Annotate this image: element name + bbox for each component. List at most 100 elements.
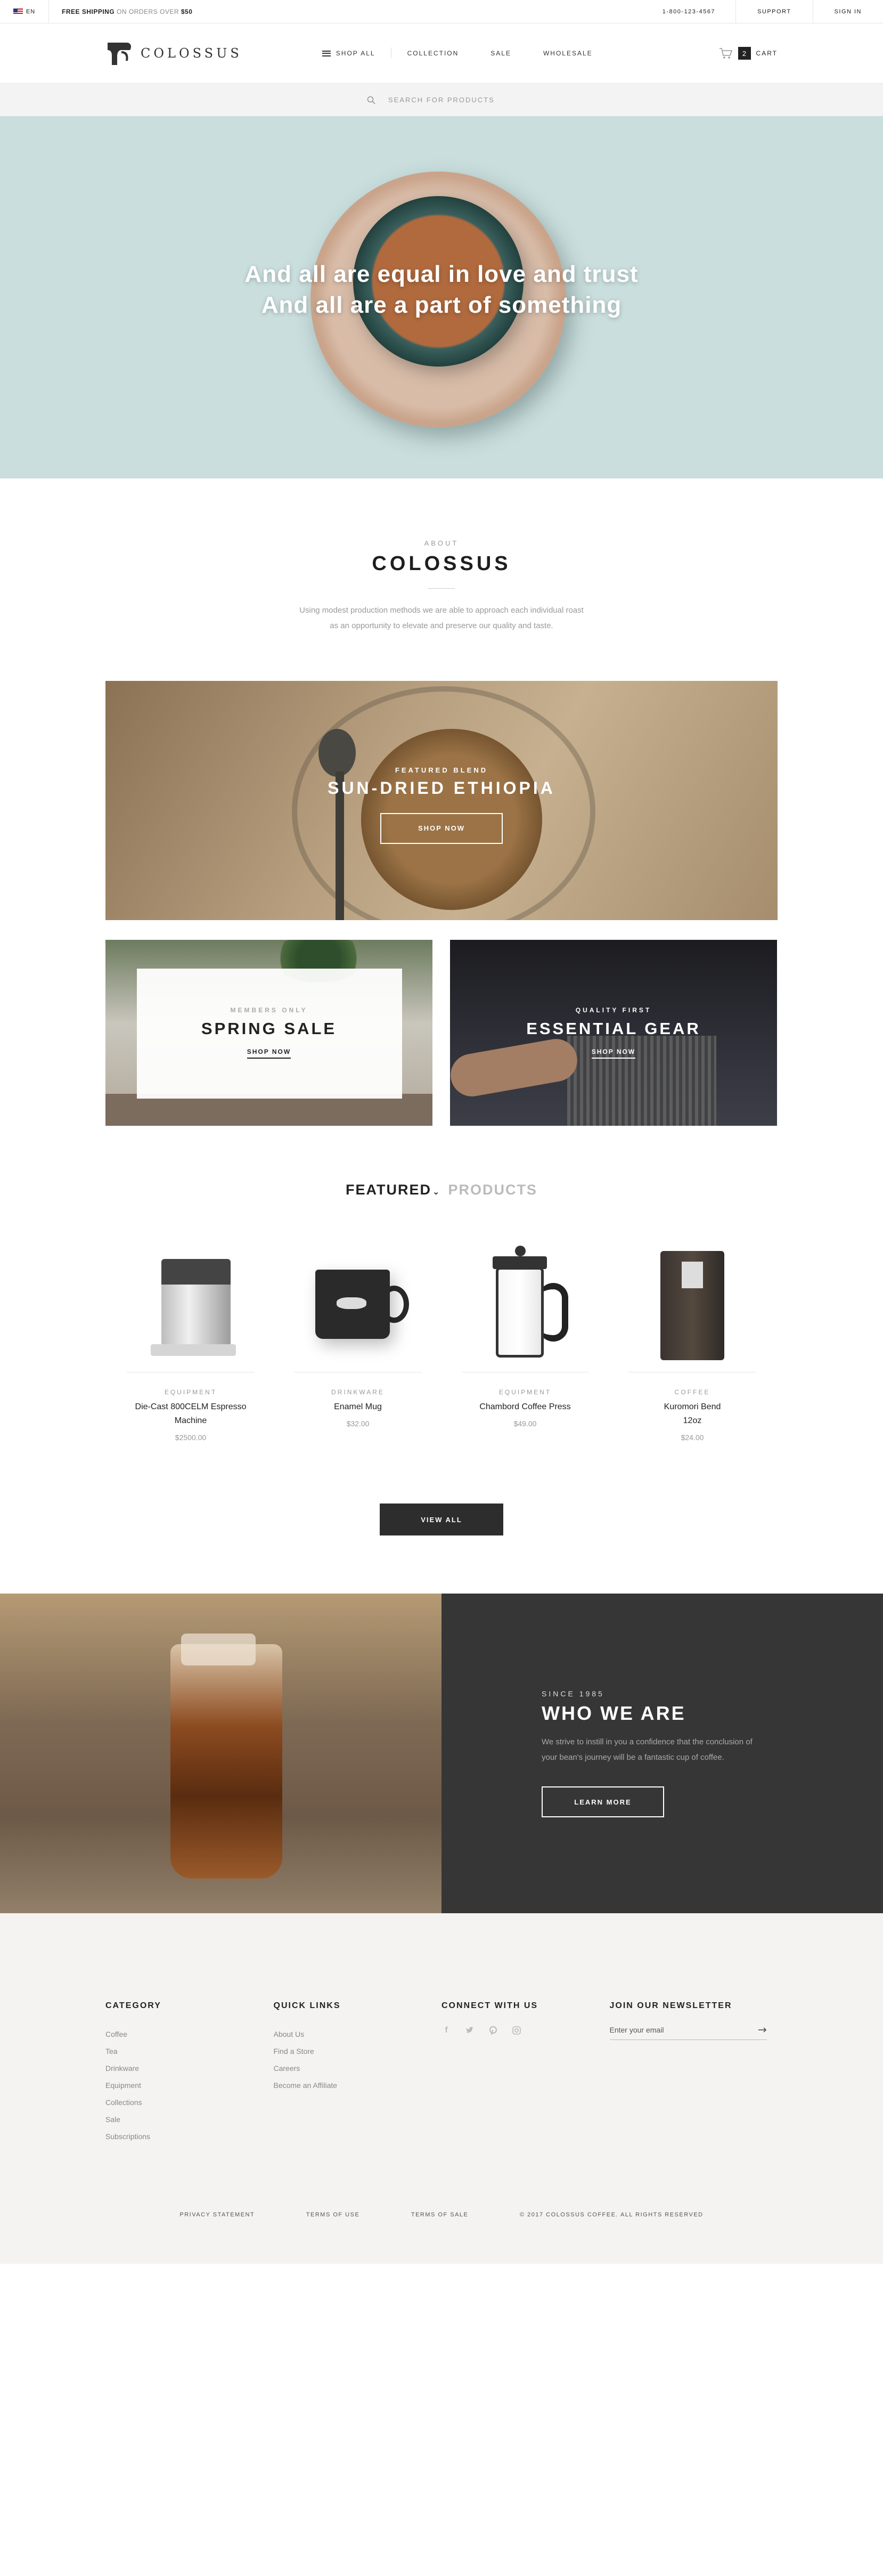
product-name-line-1: Kuromori Bend (664, 1402, 721, 1411)
about-description: Using modest production methods we are a… (271, 603, 612, 633)
nav-sale[interactable]: SALE (475, 50, 527, 57)
product-image[interactable] (294, 1236, 422, 1372)
cart-button[interactable]: 2 CART (719, 47, 778, 60)
shipping-amount: $50 (181, 7, 193, 15)
product-price: $2500.00 (175, 1433, 207, 1442)
footer-link-careers[interactable]: Careers (274, 2060, 442, 2077)
product-tabs: FEATURED ⌄ PRODUCTS (0, 1182, 883, 1198)
elephant-logo-icon (105, 39, 133, 67)
product-price: $24.00 (681, 1433, 704, 1442)
footer-link-about-us[interactable]: About Us (274, 2026, 442, 2043)
footer-connect-column: CONNECT WITH US f (442, 2001, 610, 2145)
essential-gear-title: ESSENTIAL GEAR (526, 1019, 701, 1038)
footer-newsletter-column: JOIN OUR NEWSLETTER (609, 2001, 778, 2145)
product-image[interactable] (127, 1236, 255, 1372)
essential-gear-shop-now-link[interactable]: SHOP NOW (591, 1048, 636, 1059)
product-price: $32.00 (346, 1419, 370, 1428)
footer-link-sale[interactable]: Sale (105, 2111, 274, 2128)
promo-eyebrow: FEATURED BLEND (395, 766, 488, 774)
product-category: EQUIPMENT (164, 1388, 217, 1396)
footer-link-collections[interactable]: Collections (105, 2094, 274, 2111)
pinterest-icon[interactable] (488, 2026, 498, 2035)
coffee-bag-product-image (655, 1246, 730, 1363)
about-title: COLOSSUS (372, 552, 511, 575)
instagram-icon[interactable] (512, 2026, 521, 2035)
product-name[interactable]: Chambord Coffee Press (461, 1400, 589, 1414)
footer-link-tea[interactable]: Tea (105, 2043, 274, 2060)
promo-shop-now-button[interactable]: SHOP NOW (380, 813, 503, 844)
product-image[interactable] (628, 1236, 756, 1372)
language-selector[interactable]: EN (0, 0, 49, 23)
product-card[interactable]: DRINKWARE Enamel Mug $32.00 (294, 1236, 422, 1442)
footer-bottom-bar: PRIVACY STATEMENT TERMS OF USE TERMS OF … (0, 2212, 883, 2218)
footer-link-affiliate[interactable]: Become an Affiliate (274, 2077, 442, 2094)
site-footer: CATEGORY Coffee Tea Drinkware Equipment … (0, 1913, 883, 2264)
about-desc-line-1: Using modest production methods we are a… (299, 606, 584, 615)
search-icon[interactable] (367, 96, 375, 104)
twitter-icon[interactable] (465, 2026, 475, 2035)
nav-wholesale[interactable]: WHOLESALE (527, 50, 609, 57)
who-eyebrow: SINCE 1985 (542, 1689, 604, 1698)
product-image[interactable] (461, 1236, 589, 1372)
phone-number[interactable]: 1-800-123-4567 (663, 0, 735, 23)
who-we-are-section: SINCE 1985 WHO WE ARE We strive to insti… (0, 1594, 883, 1913)
logo[interactable]: COLOSSUS (105, 39, 242, 67)
menu-icon (322, 50, 331, 56)
search-input[interactable] (388, 96, 516, 104)
footer-link-drinkware[interactable]: Drinkware (105, 2060, 274, 2077)
essential-gear-eyebrow: QUALITY FIRST (575, 1006, 652, 1014)
facebook-icon[interactable]: f (442, 2026, 451, 2035)
product-category: DRINKWARE (331, 1388, 385, 1396)
footer-newsletter-title: JOIN OUR NEWSLETTER (609, 2001, 732, 2010)
footer-connect-title: CONNECT WITH US (442, 2001, 538, 2010)
spring-sale-tile[interactable]: MEMBERS ONLY SPRING SALE SHOP NOW (105, 940, 432, 1126)
spring-sale-title: SPRING SALE (201, 1019, 337, 1038)
about-section: ABOUT COLOSSUS Using modest production m… (0, 478, 883, 682)
product-card[interactable]: EQUIPMENT Die-Cast 800CELM Espresso Mach… (127, 1236, 255, 1442)
product-name-line-1: Chambord Coffee Press (479, 1402, 571, 1411)
copyright-text: © 2017 COLOSSUS COFFEE. ALL RIGHTS RESER… (519, 2212, 704, 2218)
view-all-button[interactable]: VIEW ALL (380, 1504, 503, 1535)
arrow-right-icon[interactable] (758, 2027, 767, 2033)
footer-link-subscriptions[interactable]: Subscriptions (105, 2128, 274, 2145)
product-name[interactable]: Enamel Mug (294, 1400, 422, 1414)
footer-link-equipment[interactable]: Equipment (105, 2077, 274, 2094)
product-card[interactable]: COFFEE Kuromori Bend 12oz $24.00 (628, 1236, 756, 1442)
who-we-are-panel: SINCE 1985 WHO WE ARE We strive to insti… (442, 1594, 883, 1913)
about-desc-line-2: as an opportunity to elevate and preserv… (330, 621, 553, 630)
who-title: WHO WE ARE (542, 1702, 686, 1724)
who-description: We strive to instill in you a confidence… (542, 1734, 792, 1765)
espresso-machine-product-image (140, 1248, 241, 1360)
terms-of-use-link[interactable]: TERMS OF USE (306, 2212, 360, 2218)
promo-title: SUN-DRIED ETHIOPIA (328, 778, 555, 798)
spring-sale-shop-now-link[interactable]: SHOP NOW (247, 1048, 291, 1059)
tab-featured[interactable]: FEATURED (346, 1182, 431, 1198)
about-eyebrow: ABOUT (424, 539, 459, 547)
tab-products[interactable]: PRODUCTS (448, 1182, 537, 1198)
site-header: COLOSSUS SHOP ALL COLLECTION SALE WHOLES… (0, 23, 883, 83)
nav-shop-all[interactable]: SHOP ALL (322, 47, 391, 58)
product-name-line-2: 12oz (683, 1416, 702, 1425)
newsletter-form (609, 2026, 767, 2040)
essential-gear-tile[interactable]: QUALITY FIRST ESSENTIAL GEAR SHOP NOW (450, 940, 777, 1126)
nav-collection[interactable]: COLLECTION (391, 50, 475, 57)
product-card[interactable]: EQUIPMENT Chambord Coffee Press $49.00 (461, 1236, 589, 1442)
learn-more-button[interactable]: LEARN MORE (542, 1786, 664, 1817)
featured-blend-banner[interactable]: FEATURED BLEND SUN-DRIED ETHIOPIA SHOP N… (105, 681, 778, 920)
terms-of-sale-link[interactable]: TERMS OF SALE (411, 2212, 469, 2218)
chevron-down-icon[interactable]: ⌄ (432, 1188, 440, 1197)
support-link[interactable]: SUPPORT (735, 0, 812, 23)
shipping-notice: FREE SHIPPING ON ORDERS OVER $50 (49, 8, 192, 15)
hero-banner: And all are equal in love and trust And … (0, 116, 883, 478)
sign-in-link[interactable]: SIGN IN (812, 0, 883, 23)
footer-link-find-store[interactable]: Find a Store (274, 2043, 442, 2060)
product-name[interactable]: Kuromori Bend 12oz (628, 1400, 756, 1428)
product-name-line-1: Enamel Mug (334, 1402, 382, 1411)
privacy-statement-link[interactable]: PRIVACY STATEMENT (179, 2212, 255, 2218)
footer-link-coffee[interactable]: Coffee (105, 2026, 274, 2043)
language-label: EN (26, 8, 36, 15)
newsletter-email-input[interactable] (609, 2026, 758, 2034)
coffee-press-product-image (480, 1245, 570, 1363)
product-name[interactable]: Die-Cast 800CELM Espresso Machine (127, 1400, 255, 1428)
main-nav: SHOP ALL COLLECTION SALE WHOLESALE (322, 47, 609, 58)
